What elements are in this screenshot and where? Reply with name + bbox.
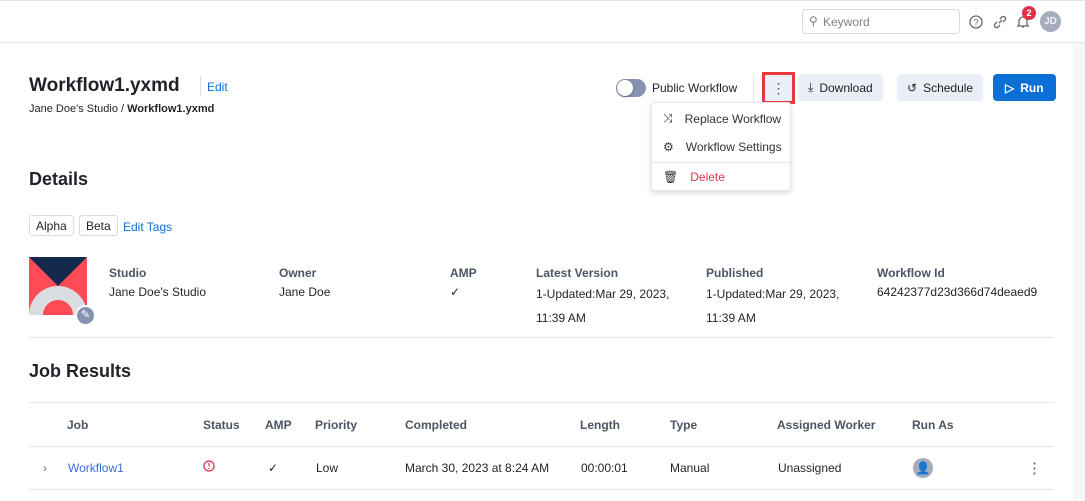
pencil-icon: ✎ (80, 309, 91, 321)
detail-workflow-id: Workflow Id 64242377d23d366d74deaed9 (877, 266, 1037, 304)
detail-label: Owner (279, 266, 317, 280)
run-label: Run (1020, 80, 1044, 95)
notification-badge: 2 (1022, 6, 1036, 20)
job-results-heading: Job Results (29, 361, 132, 381)
detail-value: 64242377d23d366d74deaed9 (877, 285, 1038, 299)
search-icon: ⚲ (809, 14, 818, 28)
job-type: Manual (670, 461, 710, 475)
history-icon: ↺ (907, 80, 918, 95)
run-button[interactable]: ▷ Run (993, 74, 1056, 101)
help-icon[interactable]: ? (969, 15, 983, 29)
shuffle-icon: ⤨ (663, 111, 673, 125)
search-input[interactable]: ⚲ Keyword (802, 9, 960, 34)
detail-label: Published (706, 266, 764, 280)
expand-row-chevron-icon[interactable]: › (43, 461, 47, 475)
job-amp: ✓ (268, 461, 279, 475)
detail-label: Studio (109, 266, 147, 280)
schedule-button[interactable]: ↺ Schedule (897, 74, 984, 101)
breadcrumb: Jane Doe's Studio / Workflow1.yxmd (29, 103, 214, 115)
column-header-status[interactable]: Status (203, 418, 240, 432)
error-status-icon (203, 460, 215, 472)
more-options-button[interactable]: ⋮ (762, 72, 795, 104)
kebab-icon: ⋮ (771, 80, 786, 96)
detail-value: 1-Updated:Mar 29, 2023, 11:39 AM (536, 287, 670, 325)
job-link[interactable]: Workflow1 (68, 461, 124, 475)
menu-label: Workflow Settings (685, 140, 782, 154)
gear-icon: ⚙ (663, 140, 674, 154)
public-workflow-toggle[interactable] (616, 79, 646, 97)
breadcrumb-separator: / (121, 103, 125, 115)
row-actions-kebab-icon[interactable]: ⋮ (1027, 459, 1042, 477)
more-options-menu: ⤨ Replace Workflow ⚙ Workflow Settings 🗑 De… (651, 102, 791, 191)
tag-alpha[interactable]: Alpha (29, 215, 74, 236)
edit-title-link[interactable]: Edit (207, 80, 228, 94)
column-header-length[interactable]: Length (580, 418, 620, 432)
column-header-priority[interactable]: Priority (315, 418, 357, 432)
details-heading: Details (29, 169, 89, 189)
column-header-amp[interactable]: AMP (265, 418, 292, 432)
menu-label: Delete (690, 170, 725, 184)
detail-amp: AMP ✓ (450, 266, 477, 304)
menu-item-delete[interactable]: 🗑 Delete (652, 170, 790, 184)
detail-studio: Studio Jane Doe's Studio (109, 266, 206, 304)
job-priority: Low (316, 461, 339, 475)
detail-label: Latest Version (536, 266, 619, 280)
breadcrumb-current: Workflow1.yxmd (127, 103, 215, 115)
detail-value: Jane Doe's Studio (109, 285, 207, 299)
svg-text:?: ? (973, 18, 978, 28)
job-completed: March 30, 2023 at 8:24 AM (405, 461, 550, 475)
menu-item-workflow-settings[interactable]: ⚙ Workflow Settings (652, 140, 790, 154)
link-icon[interactable] (993, 15, 1007, 29)
tag-beta[interactable]: Beta (79, 215, 118, 236)
job-worker: Unassigned (778, 461, 842, 475)
column-header-run-as[interactable]: Run As (912, 418, 954, 432)
play-icon: ▷ (1005, 80, 1015, 95)
edit-thumbnail-button[interactable]: ✎ (75, 305, 96, 326)
detail-value: ✓ (450, 285, 461, 299)
detail-value: Jane Doe (279, 285, 331, 299)
page-title: Workflow1.yxmd (29, 75, 180, 96)
detail-owner: Owner Jane Doe (279, 266, 330, 304)
column-header-assigned-worker[interactable]: Assigned Worker (777, 418, 875, 432)
column-header-completed[interactable]: Completed (405, 418, 467, 432)
trash-icon: 🗑 (663, 170, 679, 184)
detail-value: 1-Updated:Mar 29, 2023, 11:39 AM (706, 287, 840, 325)
run-as-user-icon: 👤 (913, 458, 933, 478)
scrollbar-track[interactable] (1073, 43, 1085, 501)
download-label: Download (819, 80, 873, 95)
column-header-job[interactable]: Job (67, 418, 88, 432)
job-length: 00:00:01 (581, 461, 628, 475)
column-header-type[interactable]: Type (670, 418, 697, 432)
download-icon: ⤓ (808, 80, 814, 94)
schedule-label: Schedule (923, 80, 974, 95)
public-workflow-label: Public Workflow (652, 81, 738, 95)
detail-latest-version: Latest Version 1-Updated:Mar 29, 2023, 11… (536, 266, 701, 330)
detail-label: Workflow Id (877, 266, 945, 280)
edit-tags-link[interactable]: Edit Tags (123, 220, 172, 234)
menu-item-replace-workflow[interactable]: ⤨ Replace Workflow (652, 111, 790, 126)
detail-label: AMP (450, 266, 477, 280)
menu-label: Replace Workflow (684, 111, 782, 126)
search-placeholder: Keyword (823, 15, 870, 29)
detail-published: Published 1-Updated:Mar 29, 2023, 11:39 A… (706, 266, 871, 330)
breadcrumb-studio[interactable]: Jane Doe's Studio (29, 103, 118, 115)
download-button[interactable]: ⤓ Download (798, 74, 883, 101)
avatar[interactable]: JD (1040, 11, 1061, 32)
